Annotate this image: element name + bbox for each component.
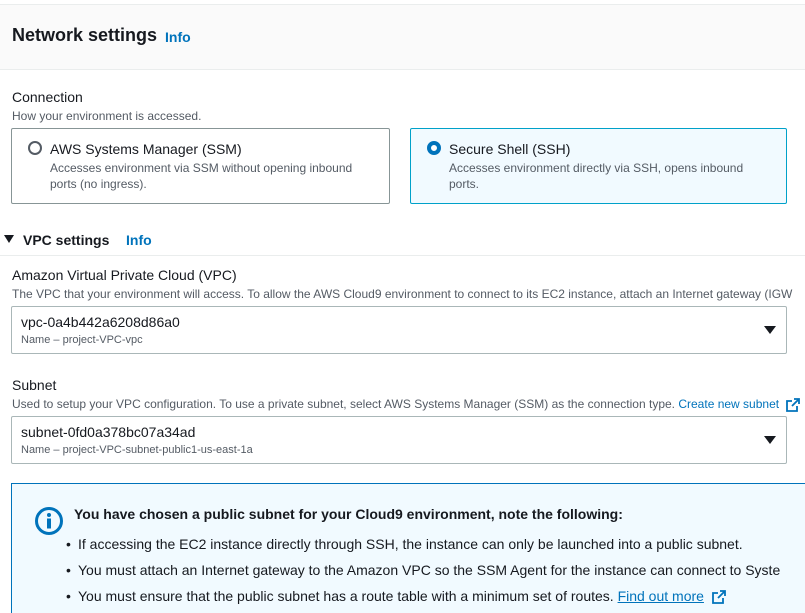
external-link-icon[interactable] [786, 397, 801, 412]
ssh-radio[interactable] [427, 141, 441, 155]
find-out-more-link[interactable]: Find out more [618, 588, 704, 604]
subnet-select-value: subnet-0fd0a378bc07a34ad [21, 424, 196, 440]
connection-option-ssm[interactable]: AWS Systems Manager (SSM) Accesses envir… [11, 128, 390, 204]
alert-title-emphasis: public [203, 506, 245, 522]
ssh-title: Secure Shell (SSH) [449, 141, 571, 157]
info-circle-icon [35, 507, 63, 535]
caret-down-icon [764, 326, 776, 334]
ssm-title: AWS Systems Manager (SSM) [50, 141, 242, 157]
vpc-info-link[interactable]: Info [126, 232, 152, 248]
alert-bullet-text: You must ensure that the public subnet h… [78, 588, 614, 604]
info-link[interactable]: Info [165, 29, 191, 45]
vpc-select-sublabel: Name – project-VPC-vpc [21, 334, 143, 346]
alert-title: You have chosen a public subnet for your… [74, 506, 623, 522]
divider [0, 255, 805, 256]
subnet-description: Used to setup your VPC configuration. To… [12, 397, 801, 412]
vpc-description: The VPC that your environment will acces… [12, 287, 793, 301]
section-title: Network settings [12, 25, 158, 45]
external-link-icon[interactable] [711, 590, 726, 605]
ssh-description: Accesses environment directly via SSH, o… [449, 161, 744, 191]
subnet-select-sublabel: Name – project-VPC-subnet-public1-us-eas… [21, 444, 253, 456]
alert-bullet: You must ensure that the public subnet h… [66, 588, 726, 605]
connection-description: How your environment is accessed. [12, 109, 202, 123]
subnet-select[interactable]: subnet-0fd0a378bc07a34ad Name – project-… [11, 416, 787, 464]
vpc-select[interactable]: vpc-0a4b442a6208d86a0 Name – project-VPC… [11, 306, 787, 354]
connection-label: Connection [12, 89, 83, 105]
alert-bullet: You must attach an Internet gateway to t… [66, 562, 780, 578]
subnet-description-text: Used to setup your VPC configuration. To… [12, 397, 675, 411]
alert-title-prefix: You have chosen a [74, 506, 204, 522]
vpc-settings-toggle[interactable]: VPC settings [23, 232, 109, 248]
ssm-radio[interactable] [28, 141, 42, 155]
alert-title-suffix: subnet for your Cloud9 environment, note… [244, 506, 623, 522]
create-subnet-link[interactable]: Create new subnet [678, 397, 779, 411]
section-header: Network settings Info [0, 4, 805, 70]
vpc-select-value: vpc-0a4b442a6208d86a0 [21, 314, 180, 330]
info-alert: You have chosen a public subnet for your… [11, 483, 805, 613]
subnet-label: Subnet [12, 377, 57, 393]
expand-caret-icon[interactable] [4, 235, 14, 243]
alert-bullet: If accessing the EC2 instance directly t… [66, 536, 743, 552]
caret-down-icon [764, 436, 776, 444]
vpc-label: Amazon Virtual Private Cloud (VPC) [12, 267, 237, 283]
ssm-description: Accesses environment via SSM without ope… [50, 161, 353, 191]
connection-option-ssh[interactable]: Secure Shell (SSH) Accesses environment … [410, 128, 787, 204]
